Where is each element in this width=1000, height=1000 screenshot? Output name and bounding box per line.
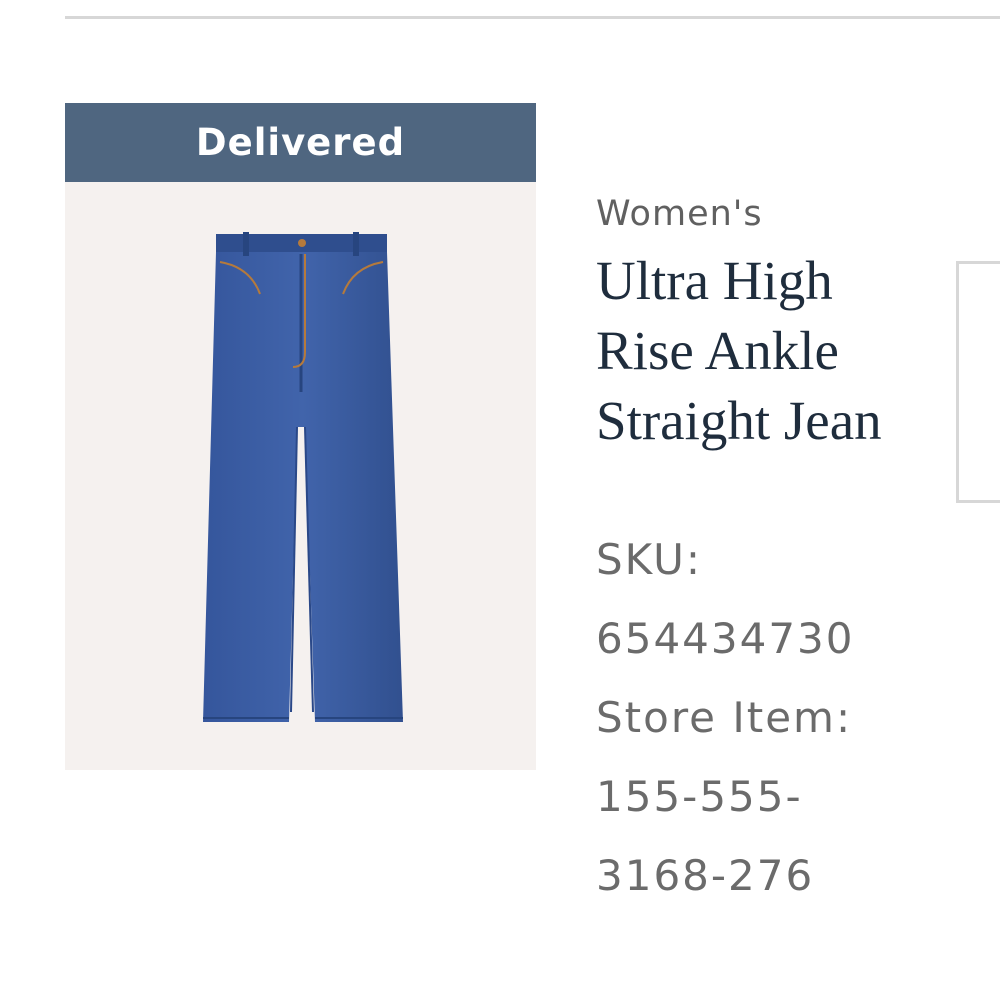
top-divider — [65, 16, 1000, 19]
product-gender: Women's — [596, 194, 763, 234]
jeans-icon — [203, 232, 403, 722]
order-item-page: Delivered Women's Ultra High Rise Ankle … — [0, 0, 1000, 1000]
store-item-value-line2: 3168-276 — [596, 851, 815, 900]
product-name[interactable]: Ultra High Rise Ankle Straight Jean — [596, 246, 896, 456]
store-item-label: Store Item: — [596, 693, 853, 742]
sku-value: 654434730 — [596, 614, 855, 663]
product-card[interactable]: Delivered — [65, 103, 536, 770]
product-details: Women's Ultra High Rise Ankle Straight J… — [596, 190, 916, 915]
delivered-status-banner: Delivered — [65, 103, 536, 182]
product-image[interactable] — [65, 182, 536, 770]
store-item-value-line1: 155-555- — [596, 772, 803, 821]
sku-label: SKU: — [596, 535, 702, 584]
product-meta: SKU: 654434730 Store Item: 155-555- 3168… — [596, 520, 916, 915]
side-action-panel[interactable] — [956, 261, 1000, 503]
